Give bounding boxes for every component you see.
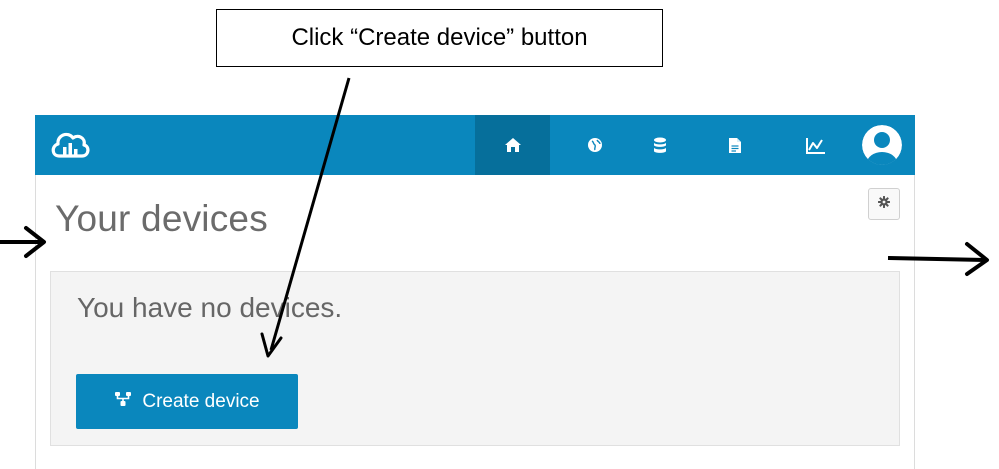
create-device-button[interactable]: Create device	[76, 374, 298, 429]
top-navigation-bar	[35, 115, 915, 175]
cloud-chart-icon[interactable]	[49, 126, 91, 164]
nav-analytics[interactable]	[778, 115, 853, 175]
line-chart-icon	[805, 137, 826, 154]
instruction-callout: Click “Create device” button	[216, 9, 663, 67]
device-network-icon	[114, 391, 132, 413]
callout-text: Click “Create device” button	[291, 24, 588, 51]
empty-state-message: You have no devices.	[77, 292, 343, 323]
user-avatar-icon	[862, 125, 902, 165]
settings-button[interactable]	[868, 188, 900, 220]
create-device-label: Create device	[142, 390, 260, 412]
gear-icon	[878, 195, 890, 213]
nav-map[interactable]	[557, 115, 632, 175]
document-icon	[728, 137, 742, 154]
nav-database[interactable]	[622, 115, 697, 175]
globe-icon	[587, 137, 603, 153]
page-title: Your devices	[55, 198, 268, 239]
nav-documents[interactable]	[697, 115, 772, 175]
nav-user-profile[interactable]	[849, 115, 915, 175]
app-window: Your devices You have no devices. Create…	[35, 115, 915, 469]
home-icon	[504, 137, 522, 153]
empty-devices-panel: You have no devices. Create device	[50, 271, 900, 446]
nav-home[interactable]	[475, 115, 550, 175]
database-icon	[653, 137, 667, 154]
